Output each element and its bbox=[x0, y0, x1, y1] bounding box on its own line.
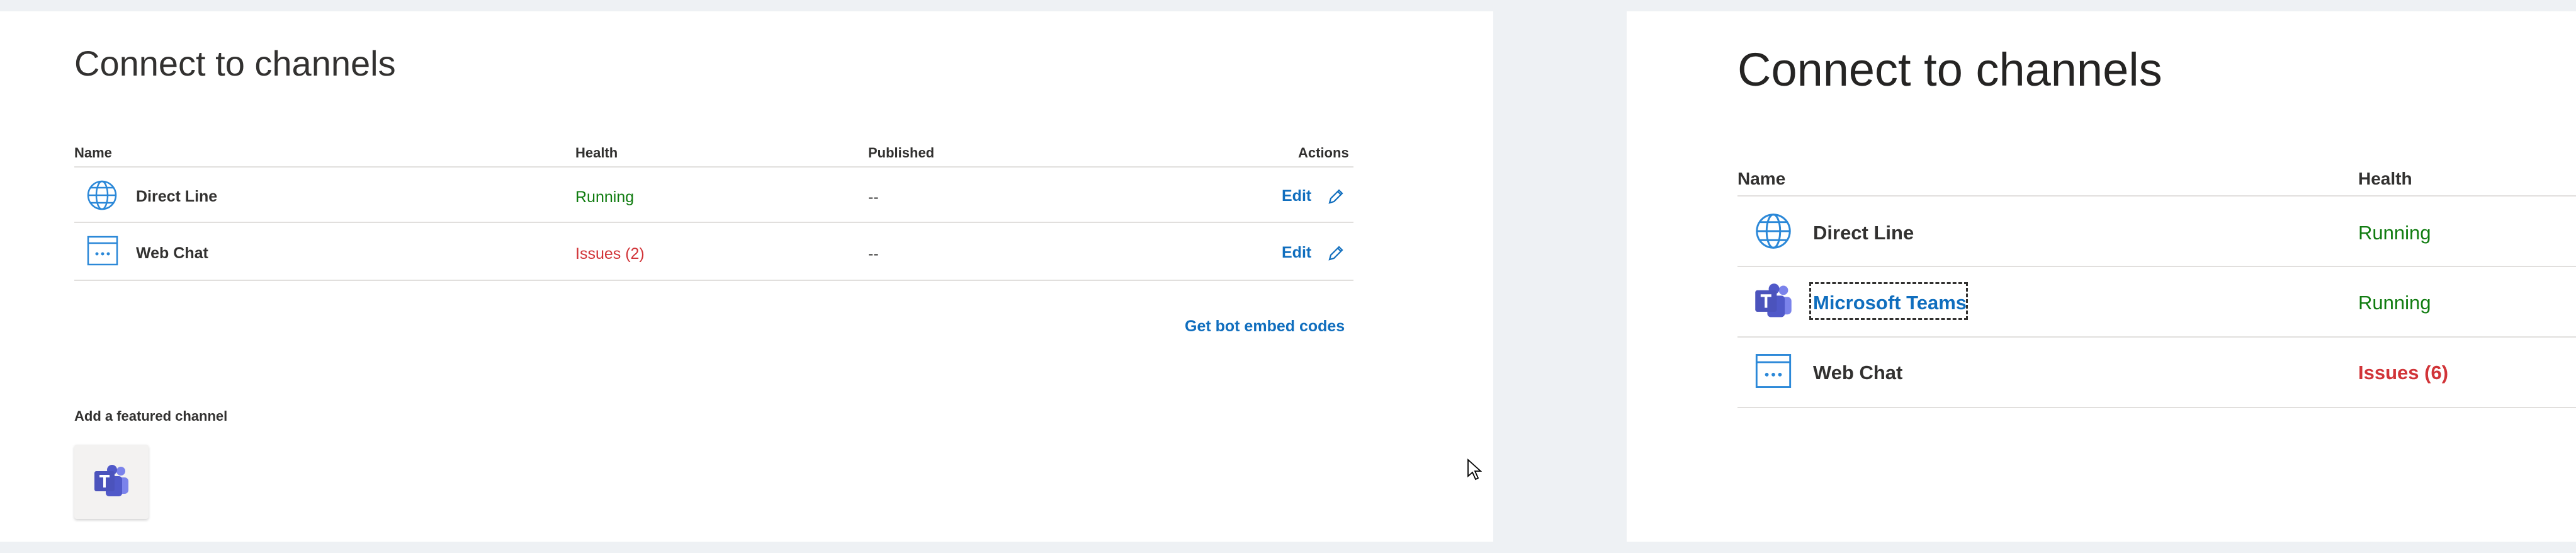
health-status: Issues (2) bbox=[575, 245, 645, 263]
column-header-name: Name bbox=[1737, 169, 1786, 188]
pencil-icon[interactable] bbox=[1327, 188, 1345, 205]
featured-channel-heading: Add a featured channel bbox=[74, 408, 228, 424]
microsoft-teams-icon bbox=[1755, 283, 1792, 317]
microsoft-teams-icon bbox=[94, 465, 128, 496]
channel-name: Web Chat bbox=[1813, 362, 1903, 384]
page-title: Connect to channels bbox=[74, 43, 396, 83]
pencil-icon[interactable] bbox=[1327, 244, 1345, 262]
health-status: Running bbox=[2358, 292, 2431, 314]
globe-icon bbox=[1756, 214, 1791, 249]
health-status: Running bbox=[2358, 222, 2431, 244]
add-teams-channel-button[interactable] bbox=[74, 445, 149, 519]
column-header-name: Name bbox=[74, 145, 112, 161]
published-value: -- bbox=[868, 245, 879, 263]
channels-panel-right: Connect to channels Name Health Direct L… bbox=[1627, 11, 2576, 542]
health-status: Running bbox=[575, 188, 635, 206]
table-divider bbox=[1737, 195, 2576, 197]
published-value: -- bbox=[868, 188, 879, 206]
column-header-published: Published bbox=[868, 145, 935, 161]
column-header-health: Health bbox=[2358, 169, 2412, 188]
mouse-cursor-icon bbox=[1467, 459, 1482, 481]
channel-name: Web Chat bbox=[136, 244, 208, 262]
column-header-actions: Actions bbox=[1298, 145, 1349, 161]
page-title: Connect to channels bbox=[1737, 43, 2162, 96]
column-header-health: Health bbox=[575, 145, 618, 161]
table-divider bbox=[1737, 407, 2576, 408]
get-embed-codes-link[interactable]: Get bot embed codes bbox=[1185, 317, 1345, 336]
webchat-icon bbox=[87, 236, 118, 266]
microsoft-teams-link[interactable]: Microsoft Teams bbox=[1813, 292, 1967, 314]
table-divider bbox=[74, 280, 1353, 281]
table-divider bbox=[1737, 336, 2576, 338]
webchat-icon bbox=[1755, 354, 1792, 388]
table-divider bbox=[74, 222, 1353, 223]
channel-name: Direct Line bbox=[1813, 222, 1914, 244]
edit-link[interactable]: Edit bbox=[1282, 244, 1311, 262]
edit-link[interactable]: Edit bbox=[1282, 187, 1311, 205]
health-status: Issues (6) bbox=[2358, 362, 2449, 384]
table-divider bbox=[74, 166, 1353, 168]
channels-panel-left: Connect to channels Name Health Publishe… bbox=[0, 11, 1493, 542]
table-divider bbox=[1737, 266, 2576, 267]
channel-name: Direct Line bbox=[136, 188, 218, 205]
globe-icon bbox=[87, 180, 117, 210]
